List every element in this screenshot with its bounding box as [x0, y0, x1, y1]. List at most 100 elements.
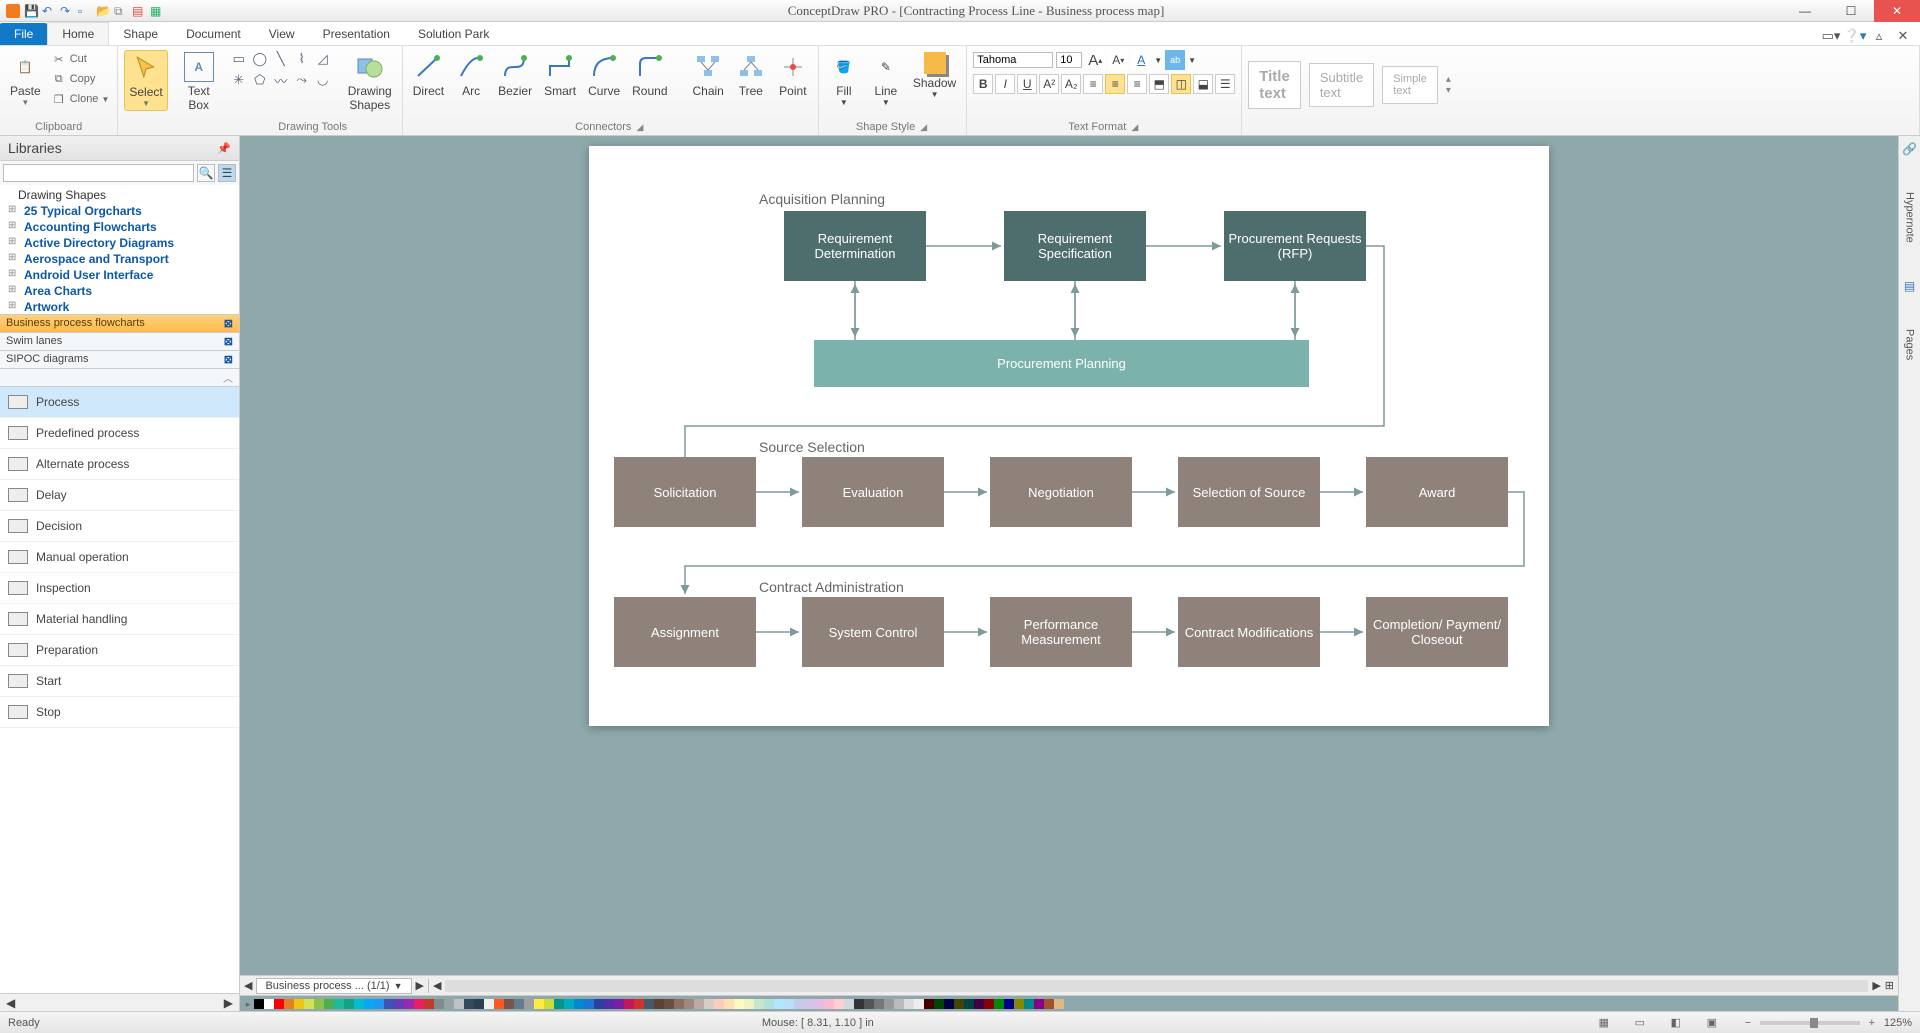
lib-tree-item[interactable]: Active Directory Diagrams — [4, 235, 235, 251]
line-icon[interactable]: ╲ — [272, 50, 290, 68]
diagram-box[interactable]: Award — [1366, 457, 1508, 527]
polyline-icon[interactable]: ⌇ — [293, 50, 311, 68]
lib-section[interactable]: Swim lanes⊠ — [0, 333, 239, 351]
color-swatch[interactable] — [394, 999, 404, 1009]
color-swatch[interactable] — [304, 999, 314, 1009]
diagram-box[interactable]: Evaluation — [802, 457, 944, 527]
color-swatch[interactable] — [494, 999, 504, 1009]
color-swatch[interactable] — [444, 999, 454, 1009]
color-swatch[interactable] — [654, 999, 664, 1009]
shape-list-item[interactable]: Start — [0, 666, 239, 697]
minimize-ribbon-icon[interactable]: ▵ — [1870, 27, 1888, 45]
color-swatch[interactable] — [904, 999, 914, 1009]
lib-tree-item[interactable]: Accounting Flowcharts — [4, 219, 235, 235]
color-swatch[interactable] — [374, 999, 384, 1009]
pin-icon[interactable]: 📌 — [217, 142, 231, 155]
lib-tree-item[interactable]: Aerospace and Transport — [4, 251, 235, 267]
open-icon[interactable]: 📂 — [96, 4, 110, 18]
color-swatch[interactable] — [1004, 999, 1014, 1009]
lib-section[interactable]: Business process flowcharts⊠ — [0, 315, 239, 333]
color-swatch[interactable] — [944, 999, 954, 1009]
tab-view[interactable]: View — [255, 23, 309, 45]
search-icon[interactable]: 🔍 — [197, 164, 215, 182]
color-swatch[interactable] — [724, 999, 734, 1009]
color-swatch[interactable] — [894, 999, 904, 1009]
diagram-box[interactable]: Negotiation — [990, 457, 1132, 527]
chain-button[interactable]: Chain — [689, 50, 728, 100]
hypernote-tab[interactable]: Hypernote — [1902, 186, 1918, 249]
color-swatch[interactable] — [344, 999, 354, 1009]
color-swatch[interactable] — [974, 999, 984, 1009]
shape-list-item[interactable]: Alternate process — [0, 449, 239, 480]
color-swatch[interactable] — [994, 999, 1004, 1009]
superscript-button[interactable]: A² — [1039, 74, 1059, 94]
arc-icon[interactable]: ◡ — [314, 71, 332, 89]
shadow-button[interactable]: Shadow▼ — [909, 50, 960, 101]
zoom-in-icon[interactable]: + — [1864, 1015, 1880, 1031]
bold-button[interactable]: B — [973, 74, 993, 94]
justify-button[interactable]: ☰ — [1215, 74, 1235, 94]
maximize-button[interactable]: ☐ — [1828, 0, 1874, 22]
hscroll-right-icon[interactable]: ▶ — [1872, 979, 1880, 992]
tab-prev-icon[interactable]: ◀ — [244, 979, 252, 992]
align-center-button[interactable]: ≡ — [1105, 74, 1125, 94]
color-swatch[interactable] — [804, 999, 814, 1009]
diagram-box[interactable]: Solicitation — [614, 457, 756, 527]
valign-middle-button[interactable]: ◫ — [1171, 74, 1191, 94]
diagram-box[interactable]: System Control — [802, 597, 944, 667]
grid-proxy-icon[interactable]: ⊞ — [1885, 979, 1894, 992]
subscript-button[interactable]: A₂ — [1061, 74, 1081, 94]
clone-button[interactable]: ❐Clone▼ — [49, 90, 112, 108]
highlight-button[interactable]: ab — [1165, 50, 1185, 70]
paste-button[interactable]: 📋 Paste ▼ — [6, 50, 45, 109]
hypernote-icon[interactable]: 🔗 — [1902, 142, 1917, 156]
diagram-box[interactable]: Selection of Source — [1178, 457, 1320, 527]
view-mode-1-icon[interactable]: ▦ — [1596, 1015, 1612, 1031]
color-swatch[interactable] — [784, 999, 794, 1009]
color-swatch[interactable] — [414, 999, 424, 1009]
lib-section[interactable]: SIPOC diagrams⊠ — [0, 351, 239, 369]
angle-icon[interactable]: ◿ — [314, 50, 332, 68]
color-swatch[interactable] — [454, 999, 464, 1009]
color-swatch[interactable] — [764, 999, 774, 1009]
zoom-out-icon[interactable]: − — [1740, 1015, 1756, 1031]
pages-tab[interactable]: Pages — [1902, 323, 1918, 366]
color-swatch[interactable] — [694, 999, 704, 1009]
color-swatch[interactable] — [924, 999, 934, 1009]
color-swatch[interactable] — [774, 999, 784, 1009]
smart-button[interactable]: Smart — [540, 50, 580, 100]
close-section-icon[interactable]: ⊠ — [224, 317, 233, 330]
collapse-icon[interactable]: ︿ — [0, 369, 239, 387]
shape-list[interactable]: ProcessPredefined processAlternate proce… — [0, 387, 239, 993]
color-swatch[interactable] — [264, 999, 274, 1009]
color-swatch[interactable] — [434, 999, 444, 1009]
view-mode-3-icon[interactable]: ◧ — [1668, 1015, 1684, 1031]
connector-icon[interactable]: ⤳ — [293, 71, 311, 89]
color-swatch[interactable] — [534, 999, 544, 1009]
underline-button[interactable]: U — [1017, 74, 1037, 94]
shape-list-item[interactable]: Predefined process — [0, 418, 239, 449]
diagram-box[interactable]: Completion/ Payment/ Closeout — [1366, 597, 1508, 667]
color-swatch[interactable] — [684, 999, 694, 1009]
color-swatch[interactable] — [644, 999, 654, 1009]
color-swatch[interactable] — [424, 999, 434, 1009]
copy-button[interactable]: ⧉Copy — [49, 70, 112, 88]
palette-toggle-icon[interactable]: ▸ — [242, 999, 254, 1009]
color-swatch[interactable] — [874, 999, 884, 1009]
redo-icon[interactable]: ↷ — [60, 4, 74, 18]
libraries-tree[interactable]: Drawing Shapes 25 Typical OrgchartsAccou… — [0, 185, 239, 315]
fill-button[interactable]: 🪣Fill▼ — [825, 50, 863, 109]
search-input[interactable] — [3, 164, 194, 182]
color-swatch[interactable] — [254, 999, 264, 1009]
color-swatch[interactable] — [584, 999, 594, 1009]
tab-presentation[interactable]: Presentation — [309, 23, 404, 45]
color-swatch[interactable] — [664, 999, 674, 1009]
color-swatch[interactable] — [1044, 999, 1054, 1009]
color-swatch[interactable] — [324, 999, 334, 1009]
lib-tree-item[interactable]: 25 Typical Orgcharts — [4, 203, 235, 219]
list-view-icon[interactable]: ☰ — [218, 164, 236, 182]
color-swatch[interactable] — [1014, 999, 1024, 1009]
color-swatch[interactable] — [754, 999, 764, 1009]
tab-shape[interactable]: Shape — [109, 23, 172, 45]
connectors-dialog[interactable]: ◢ — [635, 122, 646, 132]
